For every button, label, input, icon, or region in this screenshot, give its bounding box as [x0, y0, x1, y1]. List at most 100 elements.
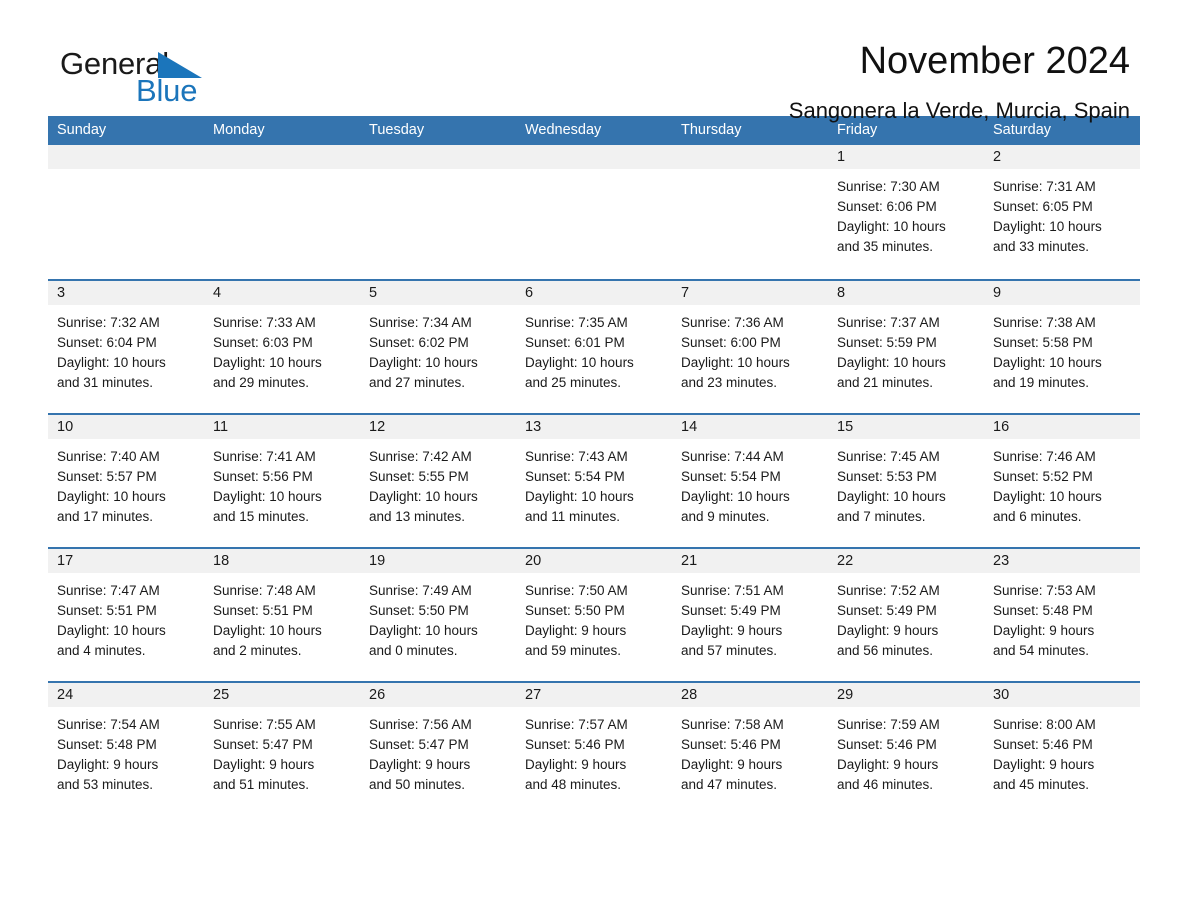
day-detail-line: Sunset: 5:49 PM [681, 603, 781, 618]
day-detail-line: Sunrise: 8:00 AM [993, 717, 1096, 732]
day-detail-line: Sunset: 5:58 PM [993, 335, 1093, 350]
day-details: Sunrise: 7:57 AM Sunset: 5:46 PM Daylight:… [516, 707, 672, 795]
day-number: 23 [984, 549, 1140, 573]
day-cell-26[interactable]: 26 Sunrise: 7:56 AM Sunset: 5:47 PM Dayligh… [360, 683, 516, 815]
day-cell-8[interactable]: 8 Sunrise: 7:37 AM Sunset: 5:59 PM Daylight… [828, 281, 984, 413]
day-details: Sunrise: 7:38 AM Sunset: 5:58 PM Daylight:… [984, 305, 1140, 393]
day-number: 1 [828, 145, 984, 169]
day-details: Sunrise: 7:59 AM Sunset: 5:46 PM Daylight:… [828, 707, 984, 795]
day-detail-line: Sunset: 5:46 PM [993, 737, 1093, 752]
day-detail-line: Sunrise: 7:44 AM [681, 449, 784, 464]
day-detail-line: Sunrise: 7:38 AM [993, 315, 1096, 330]
day-cell-3[interactable]: 3 Sunrise: 7:32 AM Sunset: 6:04 PM Daylight… [48, 281, 204, 413]
day-cell-16[interactable]: 16 Sunrise: 7:46 AM Sunset: 5:52 PM Dayligh… [984, 415, 1140, 547]
day-detail-line: and 6 minutes. [993, 509, 1082, 524]
day-cell-19[interactable]: 19 Sunrise: 7:49 AM Sunset: 5:50 PM Dayligh… [360, 549, 516, 681]
day-detail-line: Sunset: 5:46 PM [837, 737, 937, 752]
day-number: 14 [672, 415, 828, 439]
day-cell-27[interactable]: 27 Sunrise: 7:57 AM Sunset: 5:46 PM Dayligh… [516, 683, 672, 815]
day-details: Sunrise: 7:46 AM Sunset: 5:52 PM Daylight:… [984, 439, 1140, 527]
day-number: 30 [984, 683, 1140, 707]
day-detail-line: Sunrise: 7:53 AM [993, 583, 1096, 598]
day-cell-28[interactable]: 28 Sunrise: 7:58 AM Sunset: 5:46 PM Dayligh… [672, 683, 828, 815]
day-detail-line: and 0 minutes. [369, 643, 458, 658]
day-details: Sunrise: 7:41 AM Sunset: 5:56 PM Daylight:… [204, 439, 360, 527]
day-cell-12[interactable]: 12 Sunrise: 7:42 AM Sunset: 5:55 PM Dayligh… [360, 415, 516, 547]
day-details: Sunrise: 8:00 AM Sunset: 5:46 PM Daylight:… [984, 707, 1140, 795]
day-cell-20[interactable]: 20 Sunrise: 7:50 AM Sunset: 5:50 PM Dayligh… [516, 549, 672, 681]
day-details: Sunrise: 7:36 AM Sunset: 6:00 PM Daylight:… [672, 305, 828, 393]
calendar-week-row: 17 Sunrise: 7:47 AM Sunset: 5:51 PM Dayligh… [48, 547, 1140, 681]
calendar-week-row: 3 Sunrise: 7:32 AM Sunset: 6:04 PM Daylight… [48, 279, 1140, 413]
day-cell-21[interactable]: 21 Sunrise: 7:51 AM Sunset: 5:49 PM Dayligh… [672, 549, 828, 681]
day-number [360, 145, 516, 169]
day-details: Sunrise: 7:37 AM Sunset: 5:59 PM Daylight:… [828, 305, 984, 393]
day-cell-23[interactable]: 23 Sunrise: 7:53 AM Sunset: 5:48 PM Dayligh… [984, 549, 1140, 681]
day-cell-17[interactable]: 17 Sunrise: 7:47 AM Sunset: 5:51 PM Dayligh… [48, 549, 204, 681]
day-detail-line: Daylight: 10 hours [525, 489, 634, 504]
day-cell-14[interactable]: 14 Sunrise: 7:44 AM Sunset: 5:54 PM Dayligh… [672, 415, 828, 547]
calendar-week-row: 10 Sunrise: 7:40 AM Sunset: 5:57 PM Dayligh… [48, 413, 1140, 547]
day-detail-line: Sunrise: 7:35 AM [525, 315, 628, 330]
day-detail-line: and 35 minutes. [837, 239, 934, 254]
day-cell-7[interactable]: 7 Sunrise: 7:36 AM Sunset: 6:00 PM Daylight… [672, 281, 828, 413]
day-cell-24[interactable]: 24 Sunrise: 7:54 AM Sunset: 5:48 PM Dayligh… [48, 683, 204, 815]
day-details: Sunrise: 7:44 AM Sunset: 5:54 PM Daylight:… [672, 439, 828, 527]
day-cell-13[interactable]: 13 Sunrise: 7:43 AM Sunset: 5:54 PM Dayligh… [516, 415, 672, 547]
day-cell-5[interactable]: 5 Sunrise: 7:34 AM Sunset: 6:02 PM Daylight… [360, 281, 516, 413]
calendar-week-row: 24 Sunrise: 7:54 AM Sunset: 5:48 PM Dayligh… [48, 681, 1140, 815]
day-detail-line: Sunrise: 7:47 AM [57, 583, 160, 598]
day-number: 22 [828, 549, 984, 573]
weekday-header-sunday: Sunday [57, 122, 107, 138]
day-detail-line: and 56 minutes. [837, 643, 934, 658]
day-cell-11[interactable]: 11 Sunrise: 7:41 AM Sunset: 5:56 PM Dayligh… [204, 415, 360, 547]
day-detail-line: Sunset: 6:06 PM [837, 199, 937, 214]
day-cell-9[interactable]: 9 Sunrise: 7:38 AM Sunset: 5:58 PM Daylight… [984, 281, 1140, 413]
day-cell-1[interactable]: 1 Sunrise: 7:30 AM Sunset: 6:06 PM Daylight… [828, 145, 984, 279]
day-cell-2[interactable]: 2 Sunrise: 7:31 AM Sunset: 6:05 PM Daylight… [984, 145, 1140, 279]
day-cell-empty [48, 145, 204, 279]
day-cell-22[interactable]: 22 Sunrise: 7:52 AM Sunset: 5:49 PM Dayligh… [828, 549, 984, 681]
day-cell-4[interactable]: 4 Sunrise: 7:33 AM Sunset: 6:03 PM Daylight… [204, 281, 360, 413]
day-details [48, 169, 204, 177]
day-cell-6[interactable]: 6 Sunrise: 7:35 AM Sunset: 6:01 PM Daylight… [516, 281, 672, 413]
day-number: 18 [204, 549, 360, 573]
day-detail-line: Daylight: 9 hours [369, 757, 471, 772]
day-detail-line: Sunset: 5:56 PM [213, 469, 313, 484]
day-details: Sunrise: 7:58 AM Sunset: 5:46 PM Daylight:… [672, 707, 828, 795]
brand-logo: General Blue [60, 46, 260, 108]
day-detail-line: and 31 minutes. [57, 375, 154, 390]
day-detail-line: Sunrise: 7:34 AM [369, 315, 472, 330]
day-number: 5 [360, 281, 516, 305]
day-details: Sunrise: 7:32 AM Sunset: 6:04 PM Daylight:… [48, 305, 204, 393]
day-details: Sunrise: 7:40 AM Sunset: 5:57 PM Daylight:… [48, 439, 204, 527]
day-detail-line: Sunset: 5:59 PM [837, 335, 937, 350]
day-detail-line: Sunset: 5:54 PM [525, 469, 625, 484]
day-number: 12 [360, 415, 516, 439]
day-detail-line: Sunrise: 7:33 AM [213, 315, 316, 330]
day-detail-line: and 19 minutes. [993, 375, 1090, 390]
title-block: November 2024 Sangonera la Verde, Murcia… [789, 38, 1130, 126]
day-cell-30[interactable]: 30 Sunrise: 8:00 AM Sunset: 5:46 PM Dayligh… [984, 683, 1140, 815]
page-title: November 2024 [859, 40, 1130, 82]
day-cell-10[interactable]: 10 Sunrise: 7:40 AM Sunset: 5:57 PM Dayligh… [48, 415, 204, 547]
day-cell-empty [204, 145, 360, 279]
day-details: Sunrise: 7:53 AM Sunset: 5:48 PM Daylight:… [984, 573, 1140, 661]
day-detail-line: Daylight: 9 hours [837, 757, 939, 772]
day-number: 17 [48, 549, 204, 573]
day-detail-line: Sunrise: 7:40 AM [57, 449, 160, 464]
day-cell-15[interactable]: 15 Sunrise: 7:45 AM Sunset: 5:53 PM Dayligh… [828, 415, 984, 547]
location-subtitle: Sangonera la Verde, Murcia, Spain [788, 98, 1130, 123]
day-cell-29[interactable]: 29 Sunrise: 7:59 AM Sunset: 5:46 PM Dayligh… [828, 683, 984, 815]
day-details: Sunrise: 7:47 AM Sunset: 5:51 PM Daylight:… [48, 573, 204, 661]
day-details: Sunrise: 7:35 AM Sunset: 6:01 PM Daylight:… [516, 305, 672, 393]
day-detail-line: Sunrise: 7:42 AM [369, 449, 472, 464]
day-detail-line: Daylight: 10 hours [369, 489, 478, 504]
day-cell-18[interactable]: 18 Sunrise: 7:48 AM Sunset: 5:51 PM Dayligh… [204, 549, 360, 681]
day-cell-25[interactable]: 25 Sunrise: 7:55 AM Sunset: 5:47 PM Dayligh… [204, 683, 360, 815]
day-detail-line: Sunrise: 7:54 AM [57, 717, 160, 732]
day-detail-line: Sunrise: 7:43 AM [525, 449, 628, 464]
day-detail-line: Daylight: 10 hours [681, 489, 790, 504]
day-detail-line: and 2 minutes. [213, 643, 302, 658]
day-detail-line: Sunset: 5:46 PM [681, 737, 781, 752]
